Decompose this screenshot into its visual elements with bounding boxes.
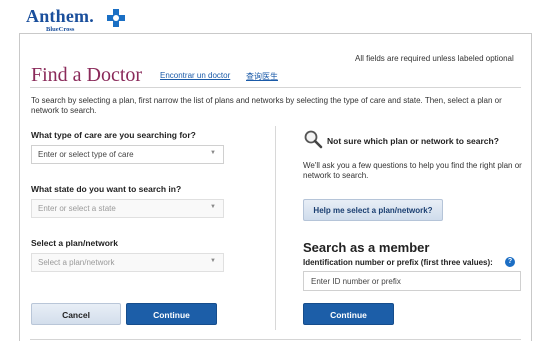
dropdown-arrow-icon: ▼ xyxy=(210,258,216,264)
state-value: Enter or select a state xyxy=(38,204,116,213)
blue-cross-icon xyxy=(107,9,125,27)
state-select[interactable]: Enter or select a state ▼ xyxy=(31,199,224,218)
logo-wordmark: Anthem. xyxy=(26,6,94,26)
continue-button-plan[interactable]: Continue xyxy=(126,303,217,325)
id-number-input[interactable] xyxy=(303,271,521,291)
anthem-logo[interactable]: Anthem. BlueCross xyxy=(26,6,125,33)
column-divider xyxy=(275,126,276,330)
spanish-link[interactable]: Encontrar un doctor xyxy=(160,71,230,80)
care-type-label: What type of care are you searching for? xyxy=(31,130,196,140)
info-icon[interactable]: ? xyxy=(505,257,515,267)
help-question: Not sure which plan or network to search… xyxy=(327,136,499,146)
help-select-plan-button[interactable]: Help me select a plan/network? xyxy=(303,199,443,221)
bottom-divider xyxy=(30,339,521,340)
page-title: Find a Doctor xyxy=(31,64,143,86)
intro-text: To search by selecting a plan, first nar… xyxy=(31,96,502,115)
help-description: We'll ask you a few questions to help yo… xyxy=(303,161,522,180)
required-fields-note: All fields are required unless labeled o… xyxy=(355,54,514,63)
plan-select[interactable]: Select a plan/network ▼ xyxy=(31,253,224,272)
continue-button-member[interactable]: Continue xyxy=(303,303,394,325)
care-type-value: Enter or select type of care xyxy=(38,150,134,159)
site-header: Anthem. BlueCross xyxy=(0,0,553,33)
chinese-link[interactable]: 查询医生 xyxy=(246,71,278,82)
state-label: What state do you want to search in? xyxy=(31,184,182,194)
care-type-select[interactable]: Enter or select type of care ▼ xyxy=(31,145,224,164)
title-divider xyxy=(30,87,521,88)
plan-label: Select a plan/network xyxy=(31,238,118,248)
cancel-button[interactable]: Cancel xyxy=(31,303,121,325)
logo-subtext: BlueCross xyxy=(46,26,75,33)
member-search-title: Search as a member xyxy=(303,240,430,255)
magnifier-icon xyxy=(304,130,323,149)
dropdown-arrow-icon: ▼ xyxy=(210,204,216,210)
id-number-label: Identification number or prefix (first t… xyxy=(303,258,493,267)
plan-value: Select a plan/network xyxy=(38,258,115,267)
dropdown-arrow-icon: ▼ xyxy=(210,150,216,156)
